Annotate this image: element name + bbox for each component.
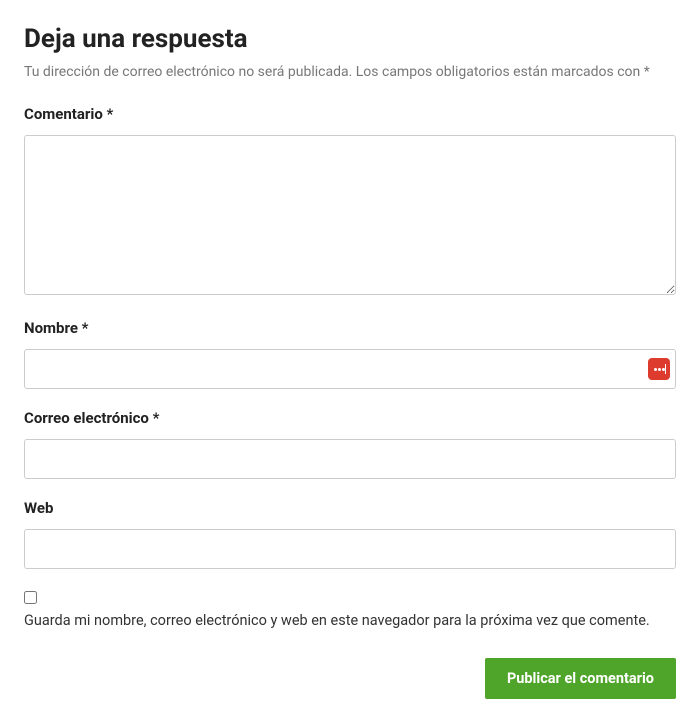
comment-label: Comentario * bbox=[24, 105, 676, 123]
web-input[interactable] bbox=[24, 529, 676, 569]
submit-button[interactable]: Publicar el comentario bbox=[485, 658, 676, 699]
form-subtitle: Tu dirección de correo electrónico no se… bbox=[24, 62, 676, 83]
comment-textarea[interactable] bbox=[24, 135, 676, 295]
name-label: Nombre * bbox=[24, 319, 676, 337]
email-label: Correo electrónico * bbox=[24, 409, 676, 427]
password-manager-icon[interactable] bbox=[648, 358, 670, 380]
web-label: Web bbox=[24, 499, 676, 517]
save-info-label: Guarda mi nombre, correo electrónico y w… bbox=[24, 610, 676, 632]
email-input[interactable] bbox=[24, 439, 676, 479]
name-input[interactable] bbox=[24, 349, 676, 389]
form-title: Deja una respuesta bbox=[24, 24, 676, 54]
save-info-checkbox[interactable] bbox=[24, 591, 37, 604]
